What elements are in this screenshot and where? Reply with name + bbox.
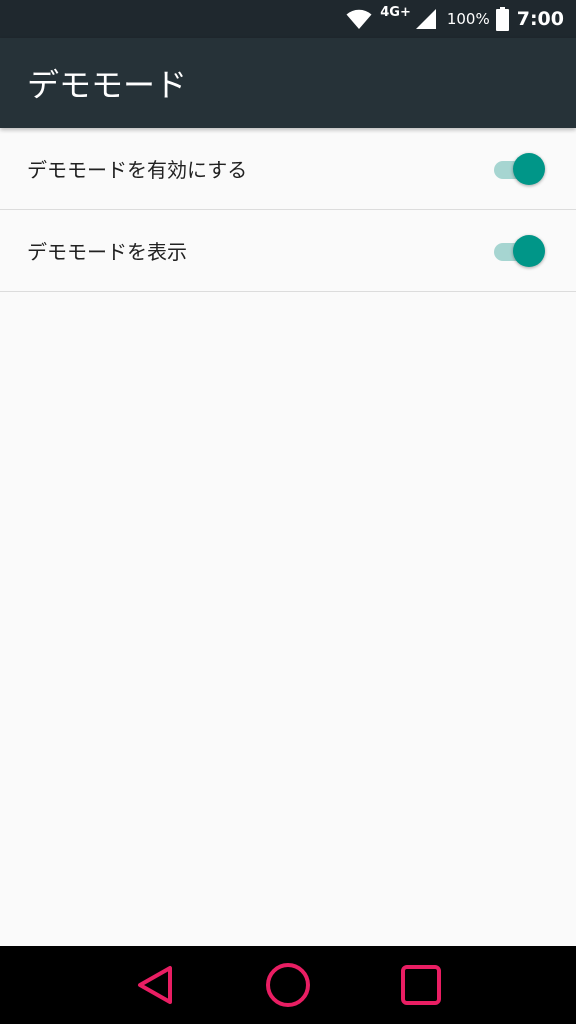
app-bar: デモモード [0,38,576,128]
recents-icon[interactable] [396,960,446,1010]
toggle-thumb [513,234,545,267]
home-icon[interactable] [263,960,313,1010]
cell-signal-icon [415,8,437,30]
network-type: 4G+ [380,4,411,20]
navigation-bar [0,946,576,1024]
setting-row-enable-demo[interactable]: デモモードを有効にする [0,128,576,210]
wifi-icon [346,8,372,30]
battery-icon [495,7,509,31]
back-icon[interactable] [130,960,180,1010]
enable-demo-toggle[interactable] [492,151,546,187]
setting-label: デモモードを表示 [27,240,187,264]
status-bar: 4G+ 100% 7:00 [0,0,576,38]
battery-percent: 100% [446,10,490,28]
settings-list: デモモードを有効にする デモモードを表示 [0,128,576,292]
page-title: デモモード [27,66,188,104]
show-demo-toggle[interactable] [492,233,546,269]
setting-row-show-demo[interactable]: デモモードを表示 [0,210,576,292]
setting-label: デモモードを有効にする [27,158,248,182]
toggle-thumb [513,152,545,185]
clock: 7:00 [516,8,564,30]
